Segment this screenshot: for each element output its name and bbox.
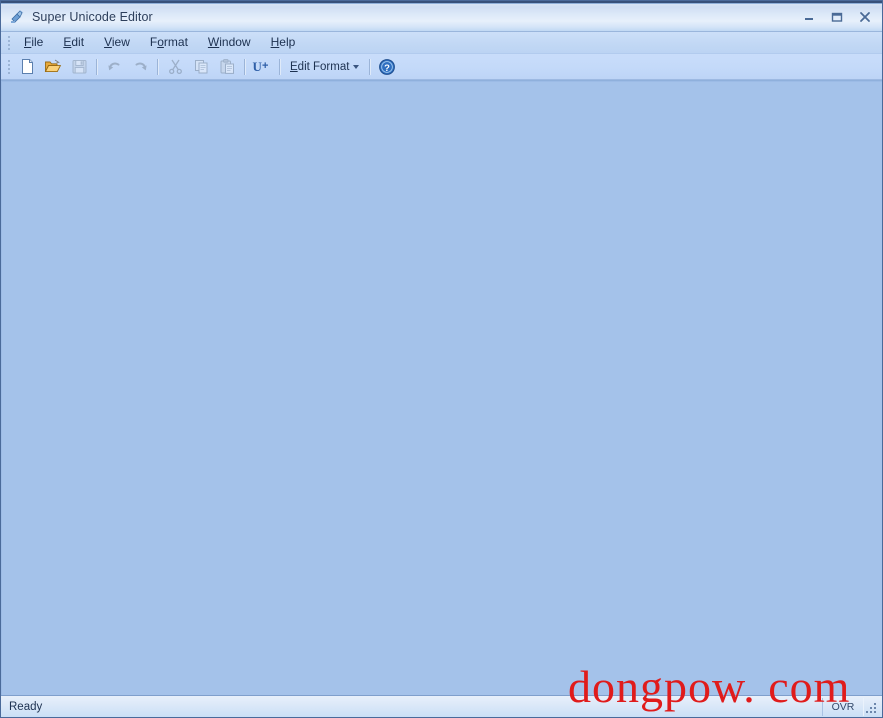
unicode-button[interactable]: U + bbox=[250, 55, 274, 79]
scissors-icon bbox=[168, 59, 182, 75]
new-document-icon bbox=[21, 59, 33, 74]
undo-button[interactable] bbox=[102, 55, 126, 79]
redo-arrow-icon bbox=[135, 62, 147, 71]
cut-button[interactable] bbox=[163, 55, 187, 79]
svg-text:?: ? bbox=[385, 63, 391, 74]
menu-item-view[interactable]: View bbox=[94, 32, 140, 53]
edit-format-label: Edit Format bbox=[290, 60, 350, 73]
mdi-client-area[interactable] bbox=[1, 80, 882, 695]
redo-button[interactable] bbox=[128, 55, 152, 79]
toolbar-separator-3 bbox=[244, 58, 245, 75]
svg-text:+: + bbox=[262, 60, 268, 72]
toolbar: U + Edit Format ? bbox=[1, 54, 882, 80]
u-plus-icon: U + bbox=[253, 59, 269, 74]
toolbar-separator-5 bbox=[369, 58, 371, 75]
svg-text:U: U bbox=[253, 59, 263, 74]
status-bar: Ready OVR bbox=[1, 695, 882, 717]
status-message: Ready bbox=[9, 700, 43, 713]
undo-arrow-icon bbox=[107, 62, 119, 71]
menu-drag-handle[interactable] bbox=[5, 35, 12, 51]
chevron-down-icon bbox=[353, 64, 360, 69]
paste-icon bbox=[220, 59, 234, 74]
title-bar[interactable]: Super Unicode Editor bbox=[1, 1, 882, 32]
new-file-button[interactable] bbox=[15, 55, 39, 79]
paste-button[interactable] bbox=[215, 55, 239, 79]
toolbar-separator-2 bbox=[157, 58, 158, 75]
copy-icon bbox=[194, 60, 207, 74]
application-window: Super Unicode Editor File Edit View Form… bbox=[0, 0, 883, 718]
menu-item-file[interactable]: File bbox=[14, 32, 53, 53]
resize-grip[interactable] bbox=[864, 699, 880, 715]
menu-item-edit[interactable]: Edit bbox=[53, 32, 94, 53]
toolbar-separator-4 bbox=[279, 58, 280, 75]
minimize-button[interactable] bbox=[796, 6, 822, 28]
status-panel-ovr[interactable]: OVR bbox=[822, 697, 864, 716]
menu-bar: File Edit View Format Window Help bbox=[1, 32, 882, 54]
menu-item-help[interactable]: Help bbox=[261, 32, 306, 53]
help-button[interactable]: ? bbox=[375, 55, 399, 79]
save-file-button[interactable] bbox=[67, 55, 91, 79]
help-circle-icon: ? bbox=[379, 58, 396, 75]
window-controls bbox=[796, 6, 878, 28]
toolbar-separator-1 bbox=[96, 58, 97, 75]
edit-format-button[interactable]: Edit Format bbox=[284, 56, 365, 78]
toolbar-drag-handle[interactable] bbox=[5, 59, 12, 75]
window-title: Super Unicode Editor bbox=[32, 10, 153, 24]
close-button[interactable] bbox=[852, 6, 878, 28]
menu-item-window[interactable]: Window bbox=[198, 32, 261, 53]
copy-button[interactable] bbox=[189, 55, 213, 79]
menu-item-format[interactable]: Format bbox=[140, 32, 198, 53]
open-folder-icon bbox=[44, 59, 62, 73]
open-file-button[interactable] bbox=[41, 55, 65, 79]
app-icon[interactable] bbox=[9, 9, 25, 25]
save-disk-icon bbox=[72, 60, 86, 74]
maximize-button[interactable] bbox=[824, 6, 850, 28]
